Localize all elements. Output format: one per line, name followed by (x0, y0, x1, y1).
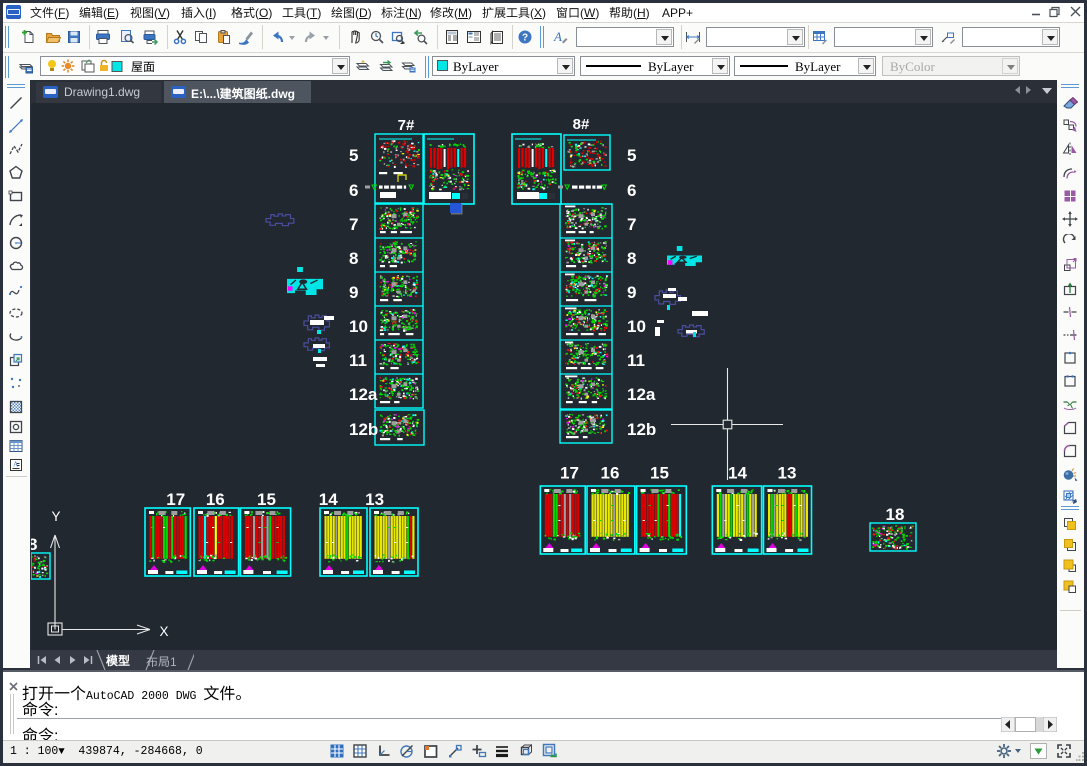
svg-text:9: 9 (349, 283, 358, 302)
svg-text:11: 11 (349, 351, 367, 370)
svg-text:15: 15 (650, 464, 669, 483)
svg-text:5: 5 (349, 146, 358, 165)
svg-text:17: 17 (166, 490, 185, 509)
svg-text:6: 6 (627, 181, 636, 200)
svg-text:10: 10 (349, 317, 368, 336)
svg-text:7#: 7# (398, 117, 415, 134)
svg-text:Y: Y (51, 509, 60, 524)
svg-text:?: ? (522, 33, 528, 44)
svg-text:13: 13 (365, 490, 384, 509)
svg-text:14: 14 (728, 464, 747, 483)
svg-text:A: A (553, 29, 562, 44)
svg-text:11: 11 (627, 351, 645, 370)
svg-text:13: 13 (778, 464, 797, 483)
svg-text:X: X (159, 624, 168, 639)
svg-text:10: 10 (627, 317, 646, 336)
svg-text:12a: 12a (627, 385, 656, 404)
svg-text:16: 16 (601, 464, 620, 483)
svg-text:18: 18 (886, 505, 905, 524)
svg-text:7: 7 (349, 215, 358, 234)
svg-text:9: 9 (627, 283, 636, 302)
svg-text:12b: 12b (349, 420, 378, 439)
svg-text:5: 5 (627, 146, 636, 165)
svg-text:7: 7 (627, 215, 636, 234)
svg-text:15: 15 (257, 490, 276, 509)
svg-text:6: 6 (349, 181, 358, 200)
svg-text:12a: 12a (349, 385, 378, 404)
svg-text:17: 17 (560, 464, 579, 483)
svg-text:12b: 12b (627, 420, 656, 439)
svg-text:8: 8 (627, 249, 636, 268)
svg-text:8: 8 (31, 535, 37, 554)
svg-text:16: 16 (206, 490, 225, 509)
svg-text:8#: 8# (573, 116, 590, 133)
svg-text:14: 14 (319, 490, 338, 509)
svg-text:A: A (13, 460, 19, 469)
svg-text:8: 8 (349, 249, 358, 268)
